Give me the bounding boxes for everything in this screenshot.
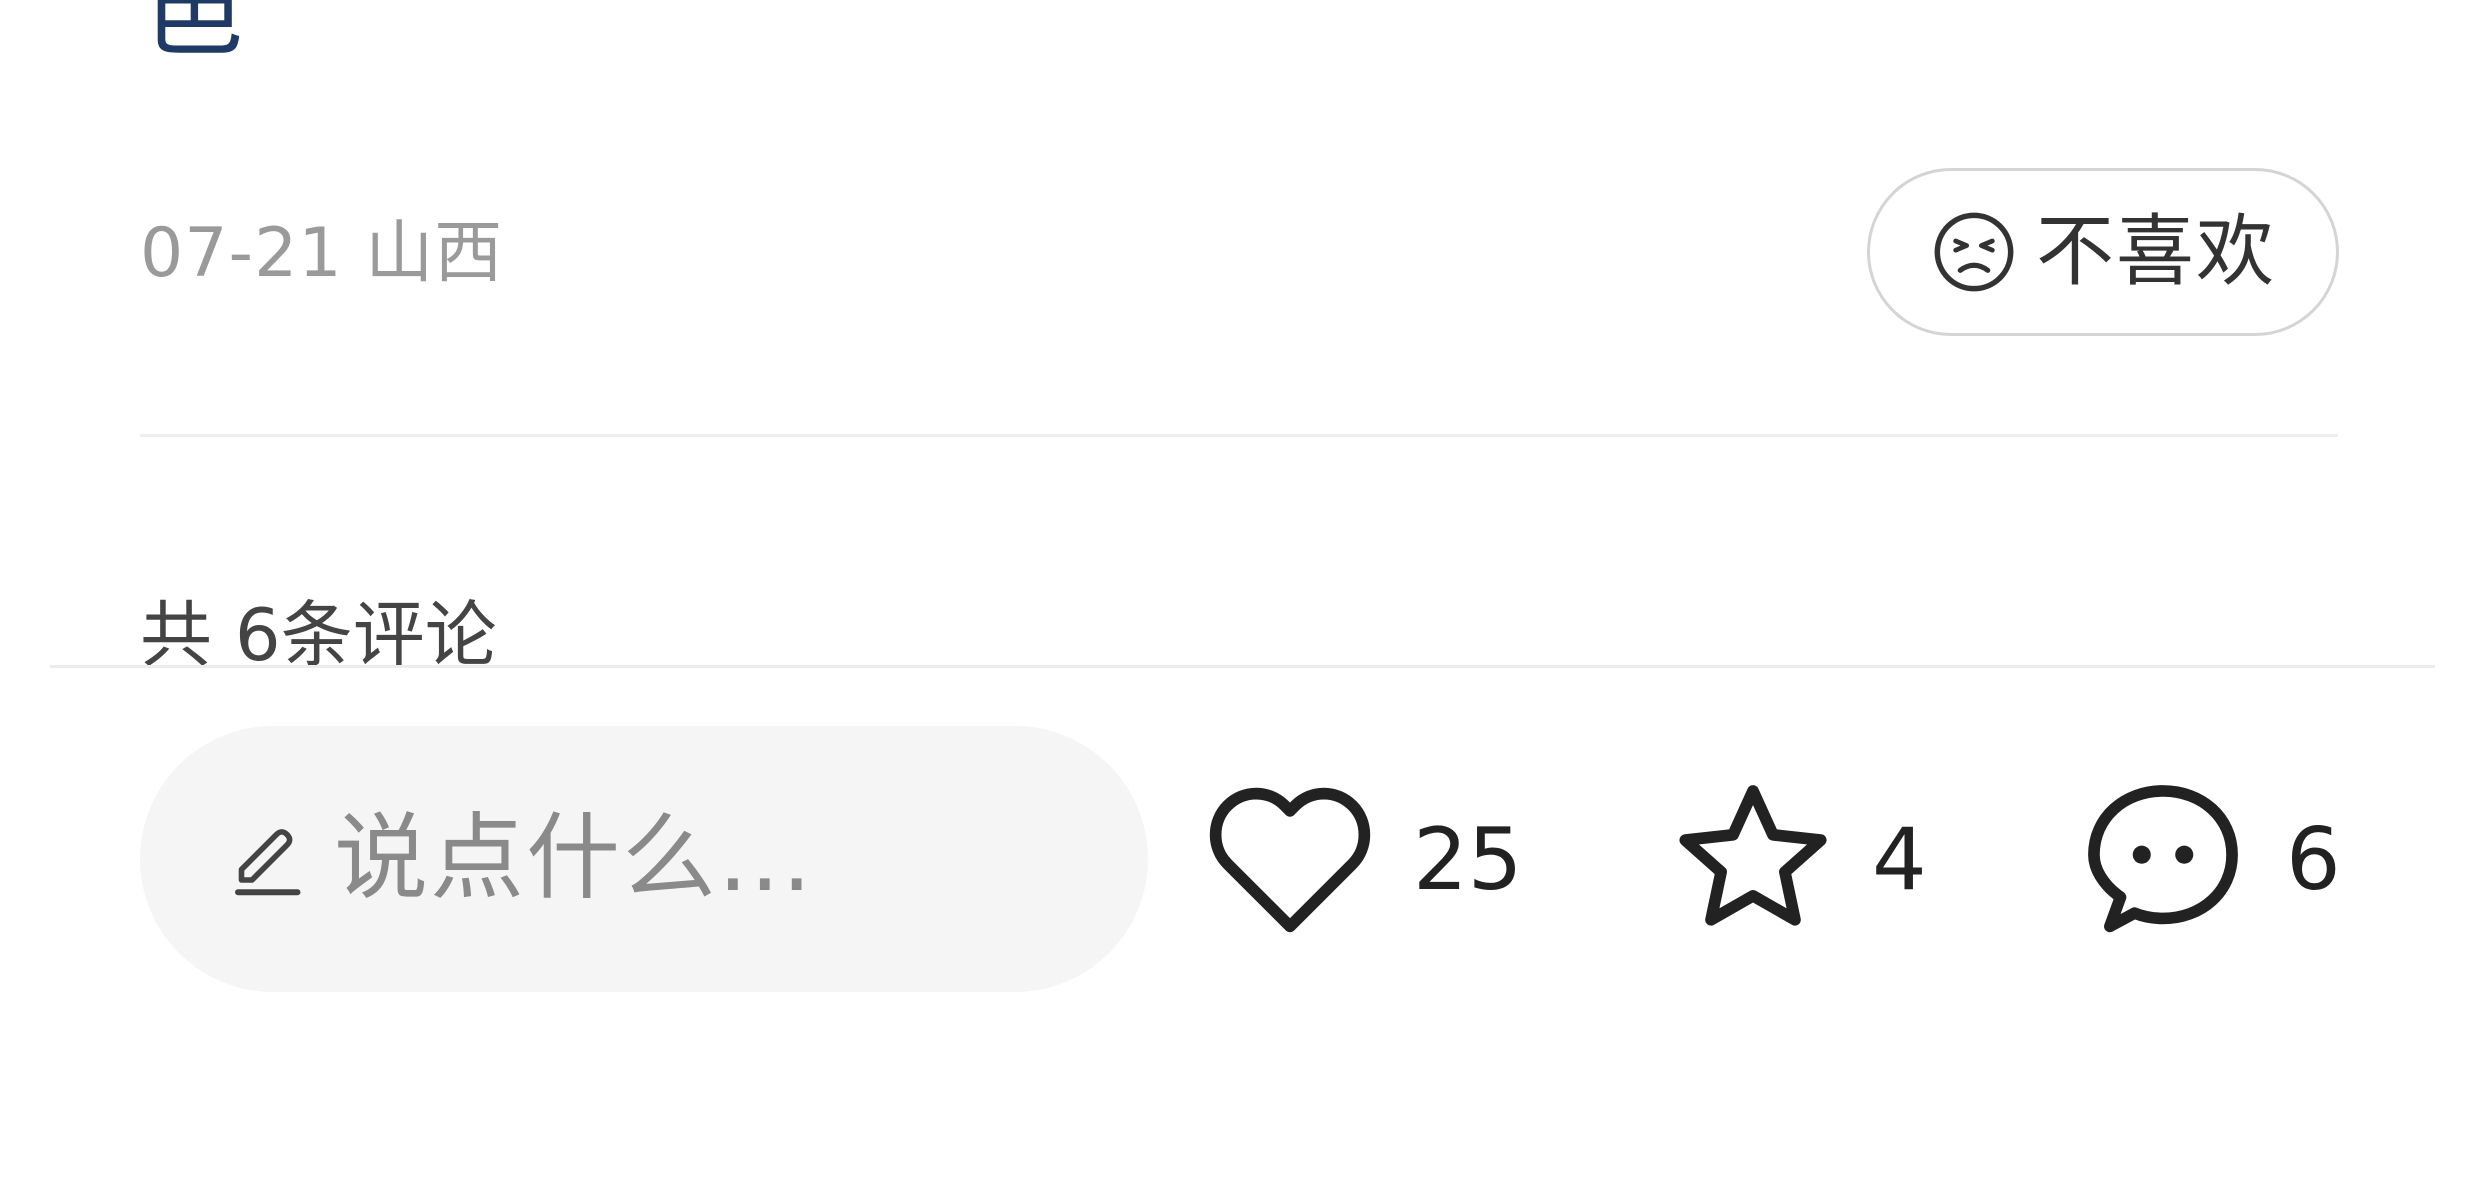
like-count: 25 xyxy=(1413,810,1523,910)
heart-icon xyxy=(1209,787,1371,933)
bottom-bar-divider xyxy=(50,665,2435,668)
star-icon xyxy=(1679,785,1827,926)
collect-button[interactable]: 4 xyxy=(1668,770,1927,950)
comment-input[interactable]: 说点什么... xyxy=(140,726,1148,992)
comment-count-label: 共 6条评论 xyxy=(140,593,497,668)
comment-button[interactable]: 6 xyxy=(2078,770,2341,950)
post-location: 山西 xyxy=(365,214,504,293)
post-meta: 07-21 山西 xyxy=(140,214,503,294)
frown-face-icon xyxy=(1934,212,2014,292)
comment-count: 6 xyxy=(2286,810,2341,910)
post-detail-page: 邑 07-21 山西 不喜欢 共 6条评论 说点什么... 25 4 6 xyxy=(0,0,2480,1196)
post-date: 07-21 xyxy=(140,214,343,293)
divider xyxy=(140,434,2338,437)
chat-bubble-icon xyxy=(2088,785,2238,933)
comment-input-placeholder: 说点什么... xyxy=(334,804,814,913)
post-title-tail: 邑 xyxy=(145,0,245,70)
collect-count: 4 xyxy=(1872,810,1927,910)
pencil-icon xyxy=(235,829,301,896)
dislike-button[interactable]: 不喜欢 xyxy=(1867,168,2339,336)
like-button[interactable]: 25 xyxy=(1205,770,1522,950)
dislike-label: 不喜欢 xyxy=(2035,207,2276,297)
